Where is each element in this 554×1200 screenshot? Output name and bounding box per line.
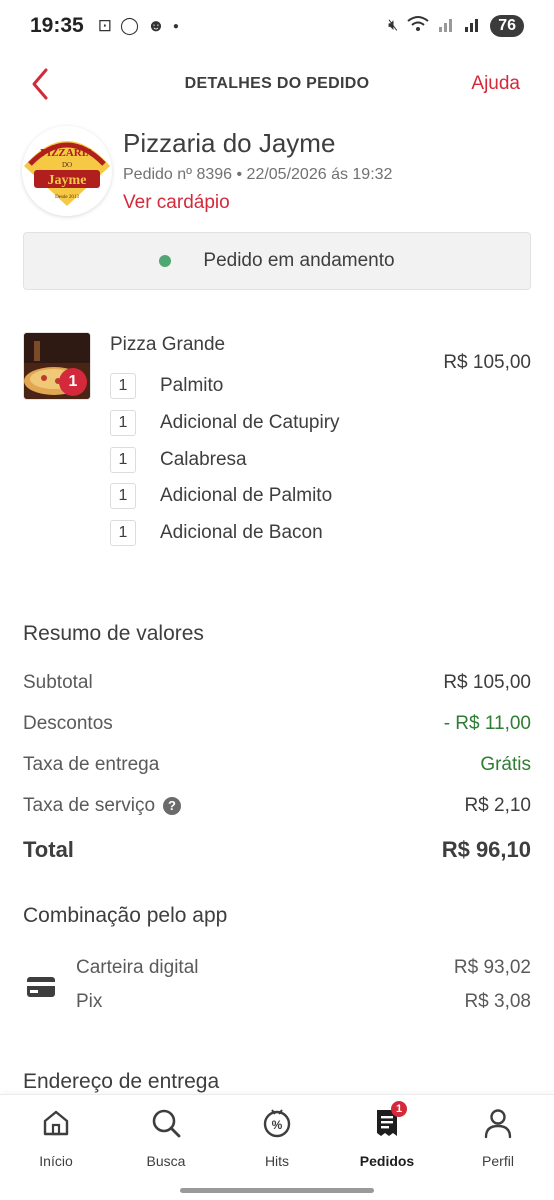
total-row: Total R$ 96,10 [23, 837, 531, 863]
nav-item-hits[interactable]: % Hits [232, 1105, 322, 1169]
credit-card-icon [27, 977, 55, 997]
service-fee-value: R$ 2,10 [464, 795, 531, 816]
addon-qty: 1 [110, 373, 136, 399]
addon-qty: 1 [110, 483, 136, 509]
delivery-fee-row: Taxa de entrega Grátis [23, 754, 531, 776]
view-menu-link[interactable]: Ver cardápio [123, 192, 230, 214]
total-label: Total [23, 837, 74, 862]
discount-label: Descontos [23, 713, 113, 734]
payment-method-value: R$ 93,02 [453, 957, 531, 978]
service-fee-label: Taxa de serviço [23, 795, 156, 816]
addon-qty: 1 [110, 447, 136, 473]
pizzaria-logo-icon: PIZZARIA DO Jayme Desde 2013 [22, 126, 112, 216]
store-name: Pizzaria do Jayme [123, 128, 336, 158]
logo-text-top: PIZZARIA [40, 147, 94, 159]
nav-label: Pedidos [359, 1153, 415, 1169]
notification-icons: ⊡ ◯ ☻ ● [98, 16, 179, 36]
app-notification-icon: ☻ [147, 16, 165, 35]
item-quantity-badge: 1 [59, 368, 87, 396]
subtotal-label: Subtotal [23, 672, 93, 693]
addon-name: Adicional de Bacon [160, 522, 323, 543]
nav-label: Hits [264, 1153, 290, 1169]
svg-text:%: % [272, 1118, 283, 1132]
addon-row: 1 Adicional de Palmito [110, 483, 332, 509]
payment-method-value: R$ 3,08 [464, 991, 531, 1012]
profile-icon [480, 1105, 516, 1141]
service-fee-label-wrap: Taxa de serviço? [23, 795, 182, 817]
payment-method-row: Pix R$ 3,08 [76, 991, 531, 1013]
battery-indicator: 76 [490, 15, 524, 37]
home-indicator[interactable] [180, 1188, 374, 1193]
discount-icon: % [259, 1105, 295, 1141]
top-app-bar: DETALHES DO PEDIDO Ajuda [0, 56, 554, 112]
order-meta: Pedido nº 8396 • 22/05/2026 ás 19:32 [123, 166, 393, 183]
addon-row: 1 Calabresa [110, 447, 247, 473]
nav-label: Início [39, 1153, 73, 1169]
addon-qty: 1 [110, 410, 136, 436]
addon-name: Calabresa [160, 449, 247, 470]
address-title: Endereço de entrega [23, 1070, 220, 1093]
payment-method-row: Carteira digital R$ 93,02 [76, 957, 531, 979]
store-info: PIZZARIA DO Jayme Desde 2013 Pizzaria do… [22, 124, 532, 220]
store-logo[interactable]: PIZZARIA DO Jayme Desde 2013 [22, 126, 112, 216]
screenshot-icon: ⊡ [97, 16, 112, 35]
addon-name: Palmito [160, 375, 224, 396]
addon-name: Adicional de Catupiry [160, 412, 340, 433]
item-name: Pizza Grande [110, 334, 226, 355]
payment-method-name: Pix [76, 991, 103, 1012]
question-mark-icon[interactable]: ? [163, 796, 182, 815]
home-icon [38, 1105, 74, 1141]
discount-row: Descontos - R$ 11,00 [23, 713, 531, 735]
subtotal-row: Subtotal R$ 105,00 [23, 672, 531, 694]
whatsapp-icon: ◯ [119, 16, 139, 35]
help-link[interactable]: Ajuda [471, 73, 520, 95]
signal-icon-2 [464, 16, 482, 37]
order-status-text: Pedido em andamento [203, 250, 395, 271]
nav-item-home[interactable]: Início [11, 1105, 101, 1169]
payment-method-name: Carteira digital [76, 957, 199, 978]
addon-row: 1 Adicional de Bacon [110, 520, 323, 546]
status-dot-icon [159, 255, 172, 267]
bottom-navigation: Início Busca % Hits 1 Pedidos Perfil [0, 1094, 554, 1200]
addon-qty: 1 [110, 520, 136, 546]
subtotal-value: R$ 105,00 [443, 672, 531, 693]
addon-name: Adicional de Palmito [160, 485, 333, 506]
orders-icon: 1 [369, 1101, 407, 1141]
signal-icon [438, 16, 456, 37]
service-fee-row: Taxa de serviço? R$ 2,10 [23, 795, 531, 817]
order-status-card: Pedido em andamento [23, 232, 531, 290]
system-icons: 🔇︎ 76 [388, 15, 524, 38]
status-time: 19:35 [30, 14, 84, 37]
status-bar: 19:35 ⊡ ◯ ☻ ● 🔇︎ 76 [0, 0, 554, 52]
discount-value: - R$ 11,00 [443, 713, 531, 734]
nav-label: Perfil [482, 1153, 514, 1169]
mute-icon: 🔇︎ [388, 17, 399, 34]
nav-item-orders[interactable]: 1 Pedidos [342, 1101, 432, 1169]
nav-item-profile[interactable]: Perfil [453, 1105, 543, 1169]
total-value: R$ 96,10 [441, 837, 531, 862]
orders-badge: 1 [391, 1101, 407, 1117]
payment-title: Combinação pelo app [23, 904, 228, 927]
nav-label: Busca [146, 1153, 186, 1169]
logo-text-main: Jayme [48, 173, 87, 188]
search-icon [148, 1105, 184, 1141]
logo-text-mid: DO [62, 161, 72, 169]
delivery-fee-value: Grátis [480, 754, 531, 775]
summary-title: Resumo de valores [23, 622, 204, 645]
addon-row: 1 Adicional de Catupiry [110, 410, 340, 436]
wifi-icon [406, 15, 430, 38]
more-notifications-icon: ● [172, 20, 179, 32]
logo-text-since: Desde 2013 [55, 195, 79, 200]
nav-item-search[interactable]: Busca [121, 1105, 211, 1169]
delivery-fee-label: Taxa de entrega [23, 754, 160, 775]
item-price: R$ 105,00 [443, 352, 531, 373]
addon-row: 1 Palmito [110, 373, 223, 399]
